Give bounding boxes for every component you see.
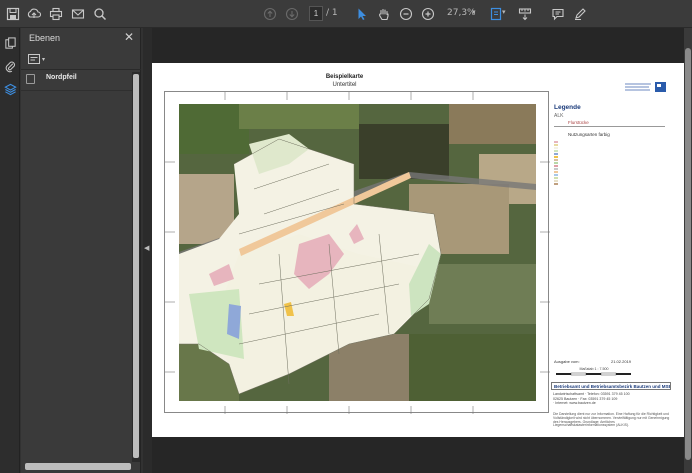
legend-panel: Legende ALK Flurstücke Nutzungsarten far… xyxy=(551,81,671,427)
legend-swatches xyxy=(554,141,564,201)
pdf-viewer: 1 / 1 27,3% ▾ ▾ Ebenen ✕ ▾ Nordpfeil ◀ B… xyxy=(0,0,692,473)
legend-swatch xyxy=(554,156,558,158)
legend-swatch xyxy=(554,144,558,146)
panel-horizontal-scrollbar[interactable] xyxy=(25,463,131,470)
chevron-down-icon: ▾ xyxy=(42,56,46,63)
map-title: Beispielkarte xyxy=(325,74,364,80)
legend-swatch xyxy=(554,153,558,155)
legend-swatch xyxy=(554,174,558,176)
legend-swatch xyxy=(554,141,558,143)
legend-nutzung: Nutzungsarten farbig xyxy=(568,132,610,137)
zoom-out-icon[interactable] xyxy=(397,5,415,23)
map-subtitle: Untertitel xyxy=(332,82,357,88)
navigation-rail xyxy=(0,28,20,473)
scrollbar-thumb[interactable] xyxy=(685,48,691,460)
comment-icon[interactable] xyxy=(549,5,567,23)
panel-vertical-scrollbar[interactable] xyxy=(132,72,140,462)
map-frame xyxy=(164,91,550,414)
upload-icon[interactable] xyxy=(25,5,43,23)
top-toolbar: 1 / 1 27,3% ▾ ▾ xyxy=(0,0,692,28)
close-icon[interactable]: ✕ xyxy=(123,30,135,44)
legend-divider xyxy=(554,126,665,127)
legend-swatch xyxy=(554,180,558,182)
zoom-in-icon[interactable] xyxy=(419,5,437,23)
next-page-icon[interactable] xyxy=(283,5,301,23)
page-number-input[interactable]: 1 xyxy=(309,6,323,21)
layer-label: Nordpfeil xyxy=(46,74,77,81)
office-name: Betriebsamt und Betriebsamtsbezirk Bautz… xyxy=(551,382,671,390)
save-icon[interactable] xyxy=(4,5,22,23)
attachment-icon[interactable] xyxy=(2,58,18,74)
legend-swatch xyxy=(554,147,558,149)
layers-panel: Ebenen ✕ ▾ Nordpfeil xyxy=(21,28,141,473)
scale-label: Maßstab 1 : 7.500 xyxy=(579,367,609,371)
scale-graphic xyxy=(556,372,631,376)
layer-divider xyxy=(21,90,133,91)
legend-alk: ALK xyxy=(554,113,564,119)
prev-page-icon[interactable] xyxy=(261,5,279,23)
contact-line: · Internet: www.bautzen.de xyxy=(553,401,596,405)
measure-icon[interactable] xyxy=(516,5,534,23)
panel-title: Ebenen xyxy=(29,33,61,43)
aerial-map xyxy=(179,104,536,401)
print-icon[interactable] xyxy=(47,5,65,23)
pdf-page: Beispielkarte Untertitel Legende ALK Flu… xyxy=(152,63,684,437)
mail-icon[interactable] xyxy=(69,5,87,23)
legend-swatch xyxy=(554,168,558,170)
pen-icon[interactable] xyxy=(571,5,589,23)
hand-tool-icon[interactable] xyxy=(375,5,393,23)
panel-splitter[interactable]: ◀ xyxy=(143,28,152,473)
legend-title: Legende xyxy=(554,104,581,111)
disclaimer-text: Die Darstellung dient nur zur Informatio… xyxy=(553,412,670,428)
panel-divider xyxy=(21,69,141,70)
options-icon xyxy=(28,54,40,64)
collapse-arrow-icon[interactable]: ◀ xyxy=(144,244,149,252)
ausgabe-label: Ausgabe vom: xyxy=(554,359,580,364)
select-tool-icon[interactable] xyxy=(353,5,371,23)
layer-item[interactable]: Nordpfeil xyxy=(21,72,133,88)
map-image xyxy=(179,104,536,401)
legend-swatch xyxy=(554,150,558,152)
layers-icon[interactable] xyxy=(2,81,18,97)
page-total: / 1 xyxy=(326,8,338,18)
zoom-dropdown-chevron-icon[interactable]: ▾ xyxy=(472,8,476,16)
legend-swatch xyxy=(554,183,558,185)
office-logo xyxy=(623,81,667,93)
legend-swatch xyxy=(554,171,558,173)
layer-visibility-icon[interactable] xyxy=(26,74,35,84)
pages-icon[interactable] xyxy=(2,35,18,51)
fit-dropdown-chevron-icon[interactable]: ▾ xyxy=(502,8,506,16)
legend-swatch xyxy=(554,162,558,164)
scale-bar: Maßstab 1 : 7.500 xyxy=(554,367,666,381)
contact-block: Landwirtschaftsamt · Telefon: 03591 379 … xyxy=(553,392,671,412)
search-icon[interactable] xyxy=(91,5,109,23)
ausgabe-date: 21.02.2019 xyxy=(611,359,632,364)
legend-flurstuecke: Flurstücke xyxy=(568,120,589,125)
document-scrollbar[interactable] xyxy=(684,28,692,473)
legend-swatch xyxy=(554,159,558,161)
layer-options-button[interactable]: ▾ xyxy=(28,52,50,66)
legend-swatch xyxy=(554,177,558,179)
legend-swatch xyxy=(554,165,558,167)
scrollbar-thumb[interactable] xyxy=(133,74,139,458)
